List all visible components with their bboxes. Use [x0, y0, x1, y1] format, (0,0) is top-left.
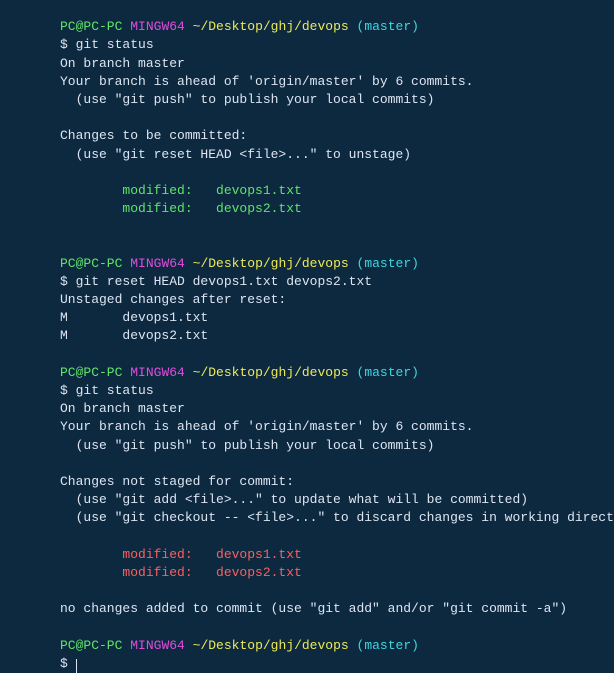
output-line: M devops1.txt	[60, 310, 208, 325]
cmd-line[interactable]: $	[60, 656, 76, 671]
prompt-close: )	[411, 638, 419, 653]
prompt-mingw: MINGW64	[130, 19, 185, 34]
output-line: (use "git push" to publish your local co…	[60, 438, 434, 453]
cmd-line: $ git status	[60, 383, 154, 398]
output-line: no changes added to commit (use "git add…	[60, 601, 567, 616]
prompt-branch: master	[364, 365, 411, 380]
prompt-path: ~/Desktop/ghj/devops	[193, 638, 349, 653]
cmd-line: $ git reset HEAD devops1.txt devops2.txt	[60, 274, 372, 289]
prompt-open: (	[357, 638, 365, 653]
prompt-close: )	[411, 365, 419, 380]
modified-line: modified: devops1.txt	[60, 547, 302, 562]
output-line: Unstaged changes after reset:	[60, 292, 286, 307]
modified-line: modified: devops2.txt	[60, 201, 302, 216]
prompt-user: PC@PC-PC	[60, 365, 122, 380]
prompt-path: ~/Desktop/ghj/devops	[193, 256, 349, 271]
output-line: (use "git checkout -- <file>..." to disc…	[60, 510, 614, 525]
output-line: (use "git add <file>..." to update what …	[60, 492, 528, 507]
prompt-branch: master	[364, 19, 411, 34]
output-line: Your branch is ahead of 'origin/master' …	[60, 419, 473, 434]
prompt-close: )	[411, 256, 419, 271]
output-line: M devops2.txt	[60, 328, 208, 343]
prompt-mingw: MINGW64	[130, 365, 185, 380]
prompt-mingw: MINGW64	[130, 638, 185, 653]
cursor-icon	[76, 659, 77, 673]
prompt-close: )	[411, 19, 419, 34]
prompt-user: PC@PC-PC	[60, 19, 122, 34]
output-line: Your branch is ahead of 'origin/master' …	[60, 74, 473, 89]
prompt-path: ~/Desktop/ghj/devops	[193, 19, 349, 34]
output-line: On branch master	[60, 56, 185, 71]
output-line: Changes to be committed:	[60, 128, 247, 143]
output-line: On branch master	[60, 401, 185, 416]
prompt-path: ~/Desktop/ghj/devops	[193, 365, 349, 380]
cmd-line: $ git status	[60, 37, 154, 52]
modified-line: modified: devops2.txt	[60, 565, 302, 580]
prompt-branch: master	[364, 638, 411, 653]
output-line: (use "git reset HEAD <file>..." to unsta…	[60, 147, 411, 162]
terminal-output[interactable]: PC@PC-PC MINGW64 ~/Desktop/ghj/devops (m…	[0, 0, 614, 673]
modified-line: modified: devops1.txt	[60, 183, 302, 198]
output-line: (use "git push" to publish your local co…	[60, 92, 434, 107]
output-line: Changes not staged for commit:	[60, 474, 294, 489]
prompt-mingw: MINGW64	[130, 256, 185, 271]
prompt-user: PC@PC-PC	[60, 256, 122, 271]
prompt-user: PC@PC-PC	[60, 638, 122, 653]
prompt-branch: master	[364, 256, 411, 271]
